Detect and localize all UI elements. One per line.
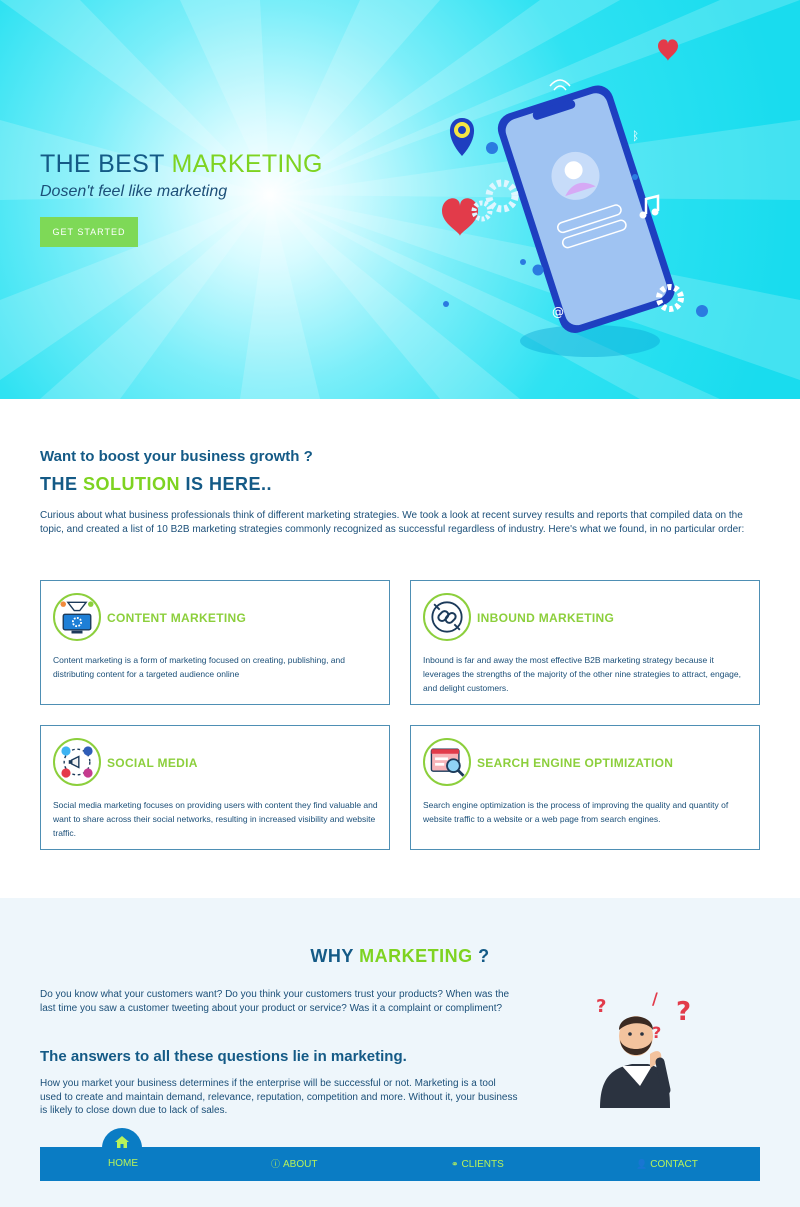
why-heading-pre: WHY <box>310 946 360 966</box>
card-text: Search engine optimization is the proces… <box>423 800 729 824</box>
card-title: INBOUND MARKETING <box>477 611 615 625</box>
strategy-card: INBOUND MARKETING Inbound is far and awa… <box>410 580 760 705</box>
why-heading: WHY MARKETING ? <box>0 946 800 967</box>
hero-subtitle: Dosen't feel like marketing <box>40 183 228 200</box>
svg-text:ᛒ: ᛒ <box>632 129 639 143</box>
card-text: Inbound is far and away the most effecti… <box>423 655 741 693</box>
nav-item-about[interactable]: ⓘ ABOUT <box>271 1147 317 1181</box>
smartphone-illustration: @ ᛒ <box>442 39 708 357</box>
card-title: CONTENT MARKETING <box>107 611 247 625</box>
why-heading-post: ? <box>472 946 490 966</box>
why-subheading: The answers to all these questions lie i… <box>40 1048 407 1065</box>
thinking-man-illustration: ? / ? ? <box>596 990 691 1108</box>
nav-item-clients[interactable]: ⚭ CLIENTS <box>451 1147 504 1181</box>
content-marketing-icon <box>53 593 101 641</box>
solution-section: Want to boost your business growth ? THE… <box>0 399 800 898</box>
why-heading-accent: MARKETING <box>359 946 473 966</box>
hero-title-text: THE BEST <box>40 150 172 178</box>
svg-text:?: ? <box>652 1023 661 1042</box>
svg-text:?: ? <box>596 996 606 1017</box>
strategy-card: SOCIAL MEDIA Social media marketing focu… <box>40 725 390 850</box>
nav-item-contact[interactable]: 👤 CONTACT <box>636 1147 698 1181</box>
solution-heading-accent: SOLUTION <box>83 474 181 494</box>
card-text: Content marketing is a form of marketing… <box>53 655 345 679</box>
nav-label-contact: CONTACT <box>650 1159 698 1170</box>
card-title: SEARCH ENGINE OPTIMIZATION <box>477 756 674 770</box>
hero-section: THE BEST MARKETING Dosen't feel like mar… <box>0 0 800 399</box>
solution-heading-post: IS HERE.. <box>180 474 273 494</box>
card-text: Social media marketing focuses on provid… <box>53 800 378 838</box>
hero-title: THE BEST MARKETING <box>40 150 323 179</box>
inbound-marketing-icon <box>423 593 471 641</box>
nav-label-home: HOME <box>108 1158 138 1169</box>
why-paragraph-1: Do you know what your customers want? Do… <box>40 989 510 1014</box>
nav-item-home[interactable]: HOME <box>108 1147 138 1181</box>
svg-text:@: @ <box>552 305 564 319</box>
info-icon: ⓘ <box>271 1159 281 1169</box>
solution-heading-pre: THE <box>40 474 84 494</box>
seo-icon <box>423 738 471 786</box>
svg-text:?: ? <box>676 997 691 1027</box>
why-paragraph-2: How you market your business determines … <box>40 1078 518 1116</box>
nav-label-about: ABOUT <box>283 1159 318 1170</box>
svg-text:/: / <box>652 990 658 1008</box>
solution-heading: THE SOLUTION IS HERE.. <box>40 474 272 495</box>
social-media-icon <box>53 738 101 786</box>
contact-icon: 👤 <box>636 1159 648 1169</box>
nav-label-clients: CLIENTS <box>461 1159 504 1170</box>
handshake-icon: ⚭ <box>451 1159 459 1169</box>
strategy-card: SEARCH ENGINE OPTIMIZATION Search engine… <box>410 725 760 850</box>
hero-title-accent: MARKETING <box>171 150 323 178</box>
solution-question: Want to boost your business growth ? <box>40 448 313 465</box>
get-started-button[interactable]: GET STARTED <box>40 217 138 247</box>
strategy-card: CONTENT MARKETING Content marketing is a… <box>40 580 390 705</box>
solution-intro: Curious about what business professional… <box>40 510 745 535</box>
card-title: SOCIAL MEDIA <box>107 756 198 770</box>
